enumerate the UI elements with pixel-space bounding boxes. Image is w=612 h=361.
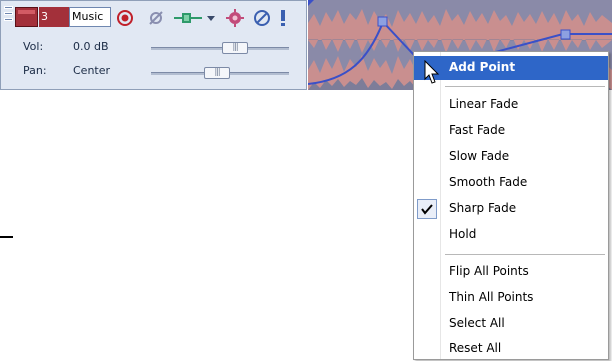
menu-item-label: Reset All: [449, 341, 502, 355]
menu-separator: [445, 86, 605, 87]
track-color-swatch[interactable]: [15, 7, 38, 27]
menu-item-label: Slow Fade: [449, 149, 510, 163]
menu-item-hold[interactable]: Hold: [414, 223, 608, 247]
menu-item-reset-all[interactable]: Reset All: [414, 337, 608, 361]
mouse-cursor-icon: [424, 59, 444, 86]
track-drag-handle[interactable]: [4, 6, 13, 28]
chevron-down-icon[interactable]: [206, 9, 216, 27]
automation-gear-icon[interactable]: [226, 9, 244, 27]
divider-line: [0, 236, 13, 238]
menu-item-label: Thin All Points: [449, 290, 534, 304]
mute-icon[interactable]: [253, 9, 271, 27]
track-header: 3 Music Vol: 0.0 dB Pan: Center: [0, 0, 307, 90]
track-number: 3: [39, 7, 69, 27]
record-arm-icon[interactable]: [116, 9, 134, 27]
menu-item-select-all[interactable]: Select All: [414, 312, 608, 336]
fx-chain-icon[interactable]: [173, 9, 203, 27]
pan-label: Pan:: [23, 64, 47, 77]
menu-item-label: Linear Fade: [449, 97, 519, 111]
menu-item-label: Fast Fade: [449, 123, 506, 137]
menu-item-slow-fade[interactable]: Slow Fade: [414, 145, 608, 169]
menu-item-thin-all-points[interactable]: Thin All Points: [414, 286, 608, 310]
menu-item-fast-fade[interactable]: Fast Fade: [414, 119, 608, 143]
envelope-context-menu: Add Point Linear Fade Fast Fade Slow Fad…: [413, 51, 609, 360]
pan-slider-thumb[interactable]: [204, 67, 230, 79]
volume-slider-track[interactable]: [151, 47, 289, 50]
solo-icon[interactable]: [278, 9, 288, 27]
volume-label: Vol:: [23, 40, 44, 53]
menu-item-label: Flip All Points: [449, 264, 529, 278]
menu-item-label: Sharp Fade: [449, 201, 517, 215]
checkmark-icon: [417, 199, 437, 219]
volume-value: 0.0 dB: [73, 40, 109, 53]
menu-separator: [445, 254, 605, 255]
menu-item-label: Select All: [449, 316, 505, 330]
menu-item-sharp-fade[interactable]: Sharp Fade: [414, 197, 608, 221]
volume-slider-thumb[interactable]: [222, 42, 248, 54]
menu-item-label: Smooth Fade: [449, 175, 528, 189]
menu-item-flip-all-points[interactable]: Flip All Points: [414, 260, 608, 284]
invert-phase-icon[interactable]: [147, 9, 165, 27]
track-name-field[interactable]: Music: [69, 7, 111, 27]
pan-value: Center: [73, 64, 111, 77]
menu-item-label: Add Point: [449, 60, 516, 74]
menu-item-smooth-fade[interactable]: Smooth Fade: [414, 171, 608, 195]
menu-item-label: Hold: [449, 227, 477, 241]
menu-item-linear-fade[interactable]: Linear Fade: [414, 93, 608, 117]
